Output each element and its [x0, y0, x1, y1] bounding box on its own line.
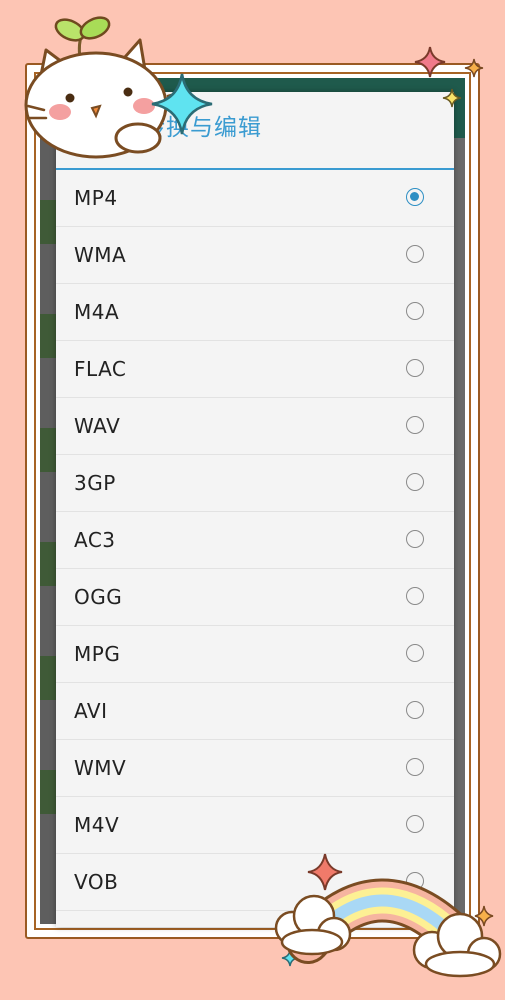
- radio-unchecked-icon[interactable]: [406, 530, 424, 548]
- format-option-label: M4A: [74, 300, 120, 324]
- format-option-ac3[interactable]: AC3: [56, 512, 454, 569]
- format-option-label: 3GP: [74, 471, 116, 495]
- sparkle-orange-icon: [464, 58, 484, 78]
- format-option-ogg[interactable]: OGG: [56, 569, 454, 626]
- format-option-label: AVI: [74, 699, 108, 723]
- scrollbar-track: [453, 138, 465, 924]
- format-option-wav[interactable]: WAV: [56, 398, 454, 455]
- sparkle-cyan-icon: [151, 73, 213, 135]
- format-option-label: VOB: [74, 870, 119, 894]
- format-option-label: MPG: [74, 642, 121, 666]
- radio-unchecked-icon[interactable]: [406, 302, 424, 320]
- format-option-m4v[interactable]: M4V: [56, 797, 454, 854]
- radio-checked-icon[interactable]: [406, 188, 424, 206]
- format-option-wmv[interactable]: WMV: [56, 740, 454, 797]
- radio-unchecked-icon[interactable]: [406, 815, 424, 833]
- format-option-wma[interactable]: WMA: [56, 227, 454, 284]
- sparkle-yellow-icon: [442, 88, 462, 108]
- format-option-mpg[interactable]: MPG: [56, 626, 454, 683]
- format-option-label: WAV: [74, 414, 121, 438]
- format-option-label: WMA: [74, 243, 127, 267]
- format-option-label: OGG: [74, 585, 123, 609]
- format-option-avi[interactable]: AVI: [56, 683, 454, 740]
- radio-unchecked-icon[interactable]: [406, 416, 424, 434]
- format-option-label: M4V: [74, 813, 120, 837]
- format-option-label: WMV: [74, 756, 127, 780]
- format-option-mp4[interactable]: MP4: [56, 170, 454, 227]
- rainbow-cloud-sticker: [274, 853, 502, 978]
- format-option-3gp[interactable]: 3GP: [56, 455, 454, 512]
- radio-unchecked-icon[interactable]: [406, 359, 424, 377]
- format-option-label: FLAC: [74, 357, 127, 381]
- format-option-m4a[interactable]: M4A: [56, 284, 454, 341]
- radio-unchecked-icon[interactable]: [406, 758, 424, 776]
- radio-unchecked-icon[interactable]: [406, 701, 424, 719]
- radio-unchecked-icon[interactable]: [406, 473, 424, 491]
- format-option-label: AC3: [74, 528, 116, 552]
- radio-unchecked-icon[interactable]: [406, 587, 424, 605]
- radio-unchecked-icon[interactable]: [406, 644, 424, 662]
- format-option-flac[interactable]: FLAC: [56, 341, 454, 398]
- format-option-label: MP4: [74, 186, 118, 210]
- format-dialog: 式转换与编辑 MP4 WMA M4A FLAC WAV 3GP AC3 OGG MPG AVI WM…: [56, 92, 454, 927]
- sparkle-pink-icon: [414, 46, 446, 78]
- radio-unchecked-icon[interactable]: [406, 245, 424, 263]
